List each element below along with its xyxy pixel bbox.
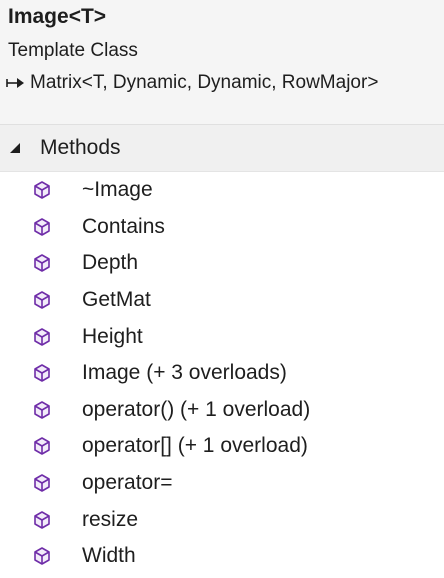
method-label: operator= bbox=[82, 471, 173, 495]
base-class-link[interactable]: Matrix<T, Dynamic, Dynamic, RowMajor> bbox=[30, 72, 378, 94]
method-item[interactable]: Height bbox=[0, 318, 444, 355]
method-item[interactable]: operator() (+ 1 overload) bbox=[0, 392, 444, 429]
method-item[interactable]: resize bbox=[0, 501, 444, 538]
base-class-row[interactable]: Matrix<T, Dynamic, Dynamic, RowMajor> bbox=[6, 71, 378, 95]
expanded-triangle-icon[interactable] bbox=[8, 141, 22, 155]
methods-section-label: Methods bbox=[40, 136, 121, 159]
method-cube-icon bbox=[32, 546, 52, 566]
method-item[interactable]: Contains bbox=[0, 209, 444, 246]
methods-list: ~Image Contains Depth GetMat Height Imag… bbox=[0, 172, 444, 575]
method-cube-icon bbox=[32, 180, 52, 200]
method-label: operator() (+ 1 overload) bbox=[82, 397, 311, 421]
method-label: operator[] (+ 1 overload) bbox=[82, 434, 308, 458]
method-label: Width bbox=[82, 544, 136, 568]
class-header: Image<T> Template Class Matrix<T, Dynami… bbox=[0, 0, 444, 125]
method-label: Depth bbox=[82, 251, 139, 275]
method-label: GetMat bbox=[82, 288, 151, 312]
method-label: resize bbox=[82, 507, 139, 531]
method-cube-icon bbox=[32, 363, 52, 383]
method-item[interactable]: Depth bbox=[0, 245, 444, 282]
method-label: Height bbox=[82, 324, 143, 348]
class-kind-label: Template Class bbox=[8, 40, 138, 61]
method-item[interactable]: operator[] (+ 1 overload) bbox=[0, 428, 444, 465]
method-cube-icon bbox=[32, 510, 52, 530]
method-cube-icon bbox=[32, 327, 52, 347]
method-item[interactable]: Image (+ 3 overloads) bbox=[0, 355, 444, 392]
method-item[interactable]: operator= bbox=[0, 465, 444, 502]
method-label: ~Image bbox=[82, 178, 153, 202]
method-cube-icon bbox=[32, 290, 52, 310]
method-item[interactable]: GetMat bbox=[0, 282, 444, 319]
methods-section-header[interactable]: Methods bbox=[0, 125, 444, 172]
method-cube-icon bbox=[32, 217, 52, 237]
method-label: Contains bbox=[82, 214, 165, 238]
inheritance-arrow-icon bbox=[6, 74, 26, 92]
method-label: Image (+ 3 overloads) bbox=[82, 361, 287, 385]
method-cube-icon bbox=[32, 400, 52, 420]
method-cube-icon bbox=[32, 436, 52, 456]
method-cube-icon bbox=[32, 473, 52, 493]
method-cube-icon bbox=[32, 253, 52, 273]
method-item[interactable]: ~Image bbox=[0, 172, 444, 209]
class-title: Image<T> bbox=[8, 5, 107, 28]
method-item[interactable]: Width bbox=[0, 538, 444, 575]
